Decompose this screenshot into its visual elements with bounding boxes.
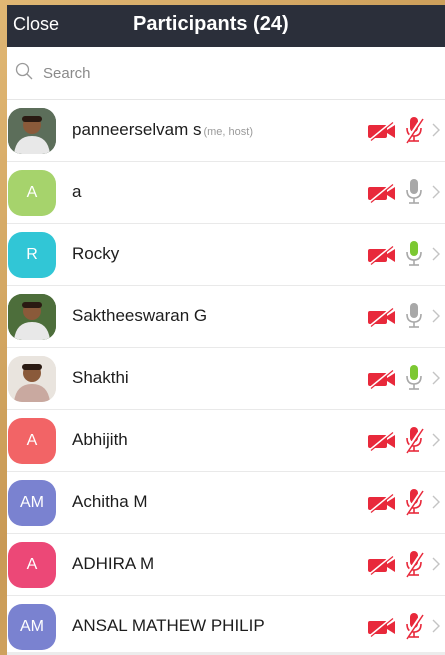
chevron-right-icon[interactable] [431,492,441,512]
participant-name: ANSAL MATHEW PHILIP [72,616,265,635]
participant-row[interactable]: R Rocky [7,224,445,286]
participant-name-wrap: ANSAL MATHEW PHILIP [72,616,265,636]
participant-row[interactable]: A Abhijith [7,410,445,472]
video-off-icon[interactable] [367,307,397,327]
video-off-icon[interactable] [367,617,397,637]
avatar-photo [8,294,56,340]
chevron-right-icon[interactable] [431,120,441,140]
search-input[interactable] [41,61,425,85]
participant-name: Shakthi [72,368,129,387]
chevron-right-icon[interactable] [431,554,441,574]
avatar: A [8,418,56,464]
participant-row[interactable]: panneerselvam s (me, host) [7,100,445,162]
avatar: R [8,232,56,278]
mic-muted-icon[interactable] [403,612,425,640]
participant-name-wrap: Abhijith [72,430,128,450]
mic-active-icon[interactable] [403,364,425,392]
mic-icon[interactable] [403,302,425,330]
chevron-right-icon[interactable] [431,616,441,636]
participant-name-wrap: a [72,182,81,202]
chevron-right-icon[interactable] [431,306,441,326]
participant-name-wrap: ADHIRA M [72,554,154,574]
page-title: Participants (24) [133,13,289,35]
video-off-icon[interactable] [367,493,397,513]
participant-name-wrap: panneerselvam s (me, host) [72,120,253,140]
search-bar [7,47,445,100]
video-off-icon[interactable] [367,183,397,203]
video-off-icon[interactable] [367,121,397,141]
participant-name: Achitha M [72,492,148,511]
video-off-icon[interactable] [367,555,397,575]
avatar-photo [8,356,56,402]
mic-muted-icon[interactable] [403,426,425,454]
chevron-right-icon[interactable] [431,368,441,388]
avatar: A [8,542,56,588]
video-off-icon[interactable] [367,369,397,389]
participant-name: Abhijith [72,430,128,449]
avatar [8,356,56,402]
participant-row[interactable]: AM ANSAL MATHEW PHILIP [7,596,445,655]
participant-list: panneerselvam s (me, host) Aa R Rocky Sakthee… [7,100,445,655]
close-button[interactable]: Close [13,14,59,35]
avatar-initials: A [26,556,38,573]
avatar-initials: AM [20,618,44,635]
avatar [8,294,56,340]
avatar: A [8,170,56,216]
screenshot-frame: Close Participants (24) panneerselvam s(… [0,0,445,655]
avatar-initials: A [26,432,38,449]
participant-row[interactable]: Saktheeswaran G [7,286,445,348]
avatar: AM [8,480,56,526]
avatar-initials: A [26,184,38,201]
participant-role-tag: (me, host) [203,126,253,138]
avatar-photo [8,108,56,154]
search-icon [15,62,33,80]
participant-name: a [72,182,82,201]
participant-row[interactable]: Aa [7,162,445,224]
avatar-initials: R [26,246,38,263]
participant-name: Rocky [72,244,120,263]
avatar [8,108,56,154]
chevron-right-icon[interactable] [431,244,441,264]
avatar: AM [8,604,56,650]
video-off-icon[interactable] [367,245,397,265]
mic-muted-icon[interactable] [403,116,425,144]
participant-row[interactable]: AM Achitha M [7,472,445,534]
header-bar: Close Participants (24) [7,5,445,47]
mic-icon[interactable] [403,178,425,206]
participant-name: panneerselvam s [72,120,202,139]
participant-name-wrap: Achitha M [72,492,148,512]
mic-muted-icon[interactable] [403,550,425,578]
chevron-right-icon[interactable] [431,182,441,202]
mic-active-icon[interactable] [403,240,425,268]
participant-name-wrap: Rocky [72,244,119,264]
avatar-initials: AM [20,494,44,511]
participant-name: Saktheeswaran G [72,306,208,325]
participant-row[interactable]: Shakthi [7,348,445,410]
participants-panel: Close Participants (24) panneerselvam s(… [7,5,445,655]
video-off-icon[interactable] [367,431,397,451]
mic-muted-icon[interactable] [403,488,425,516]
participant-name-wrap: Saktheeswaran G [72,306,207,326]
chevron-right-icon[interactable] [431,430,441,450]
participant-row[interactable]: A ADHIRA M [7,534,445,596]
participant-name: ADHIRA M [72,554,155,573]
participant-name-wrap: Shakthi [72,368,129,388]
